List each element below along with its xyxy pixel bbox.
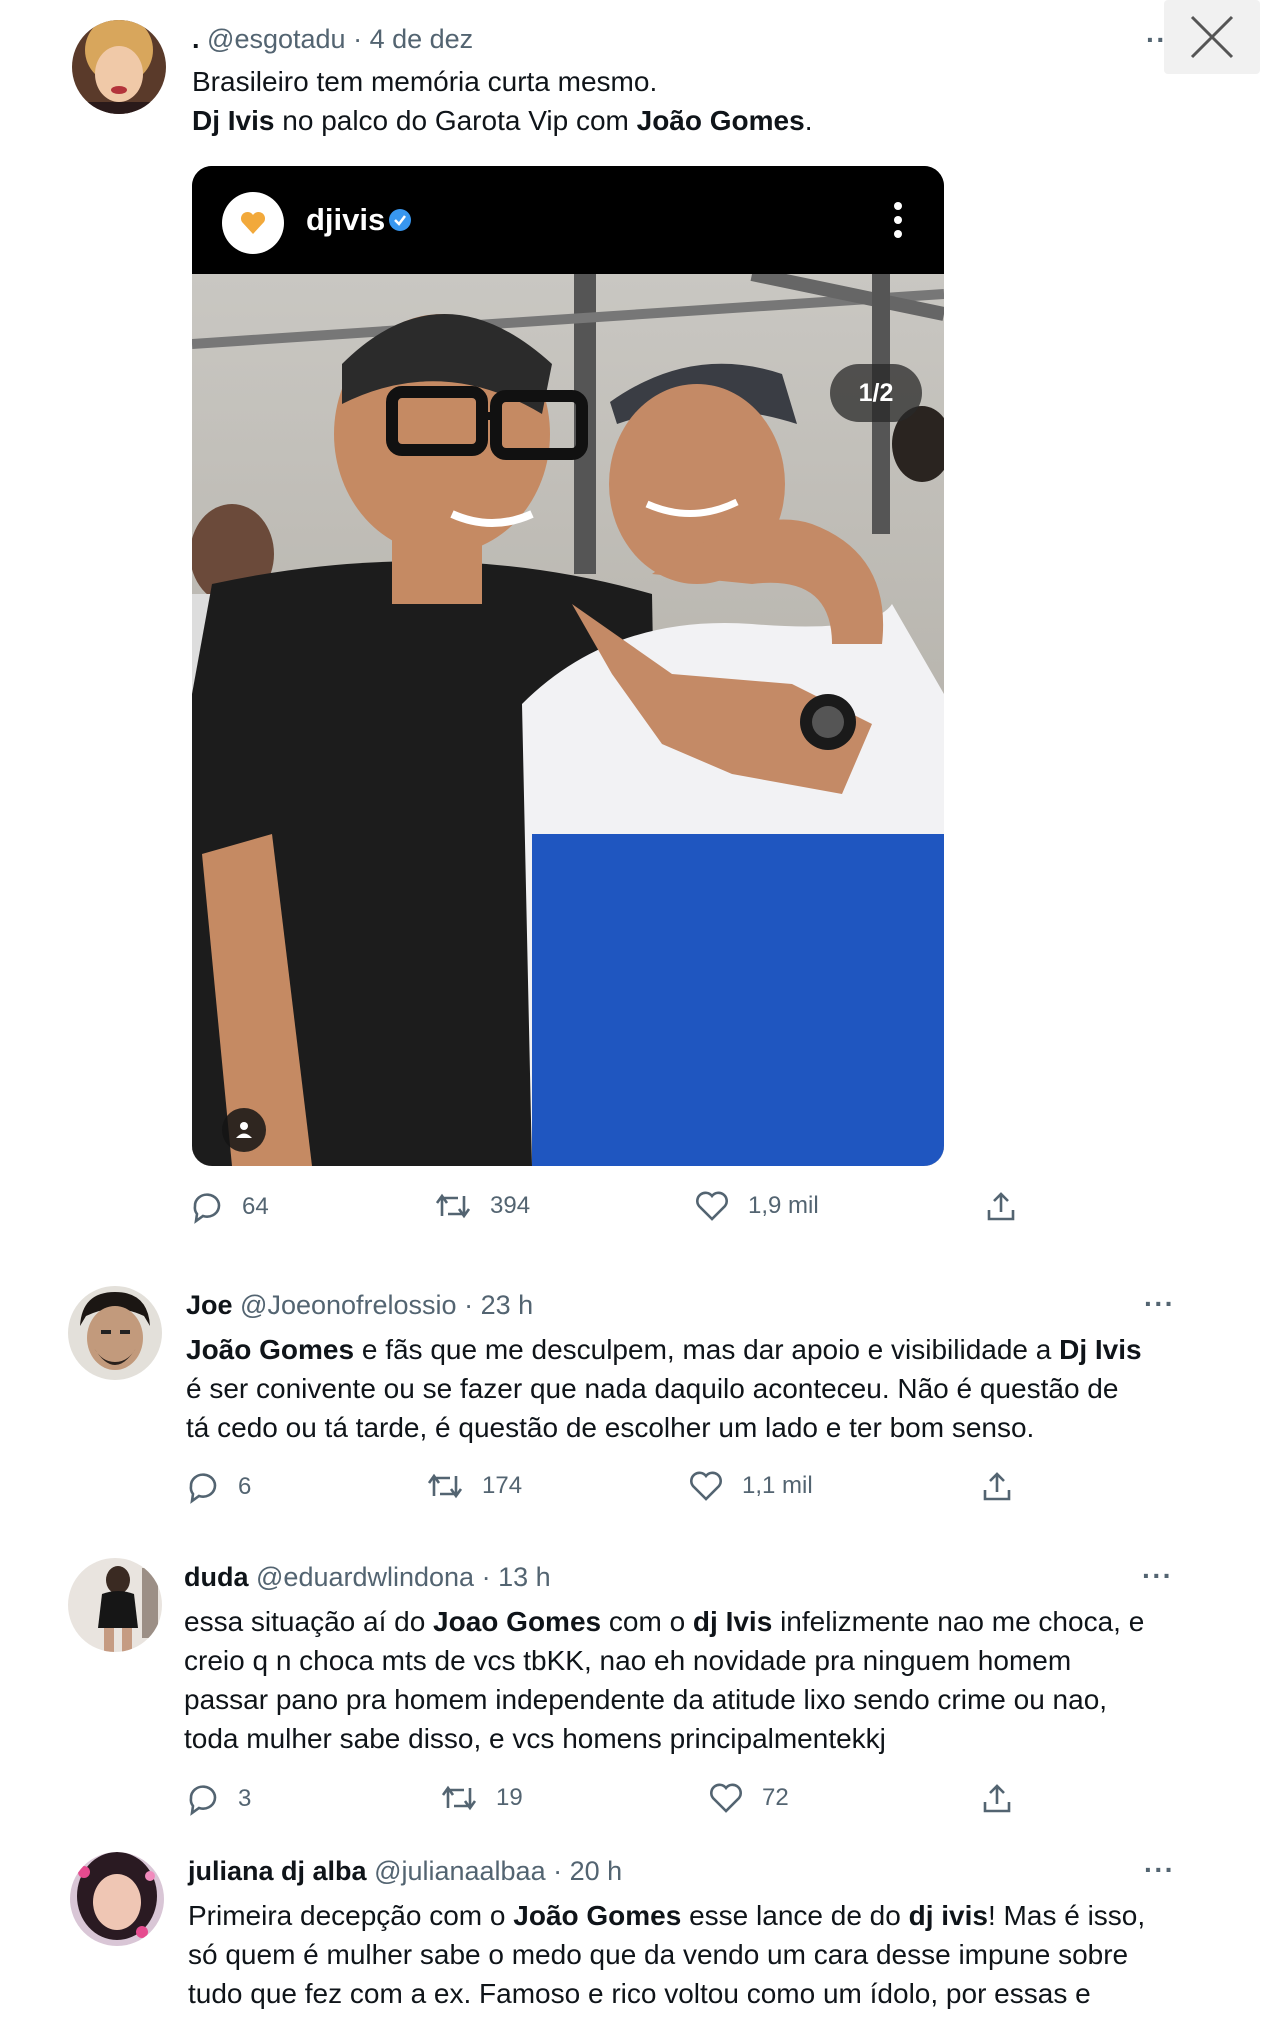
tweet-header: duda @eduardwlindona · 13 h [184, 1562, 551, 1592]
like-count: 1,1 mil [742, 1472, 813, 1499]
timestamp[interactable]: 20 h [570, 1856, 623, 1886]
tweet-line: tudo que fez com a ex. Famoso e rico vol… [188, 1978, 1091, 2009]
tweet-text: João Gomes e fãs que me desculpem, mas d… [186, 1330, 1142, 1447]
avatar[interactable] [70, 1852, 164, 1946]
like-count: 72 [762, 1784, 789, 1811]
mention-dj-ivis: Dj Ivis [192, 105, 275, 136]
tweet-line: é ser conivente ou se fazer que nada daq… [186, 1373, 1119, 1404]
like-button[interactable]: 72 [708, 1782, 789, 1814]
handle[interactable]: @Joeonofrelossio [240, 1290, 457, 1320]
tweet-text: Brasileiro tem memória curta mesmo. Dj I… [192, 62, 812, 140]
tweet-line: Dj Ivis no palco do Garota Vip com João … [192, 105, 813, 136]
timestamp[interactable]: 23 h [481, 1290, 534, 1320]
instagram-avatar [222, 192, 284, 254]
tweet-actions: 3 19 72 [186, 1782, 1026, 1822]
timestamp[interactable]: 4 de dez [370, 24, 474, 54]
retweet-count: 394 [490, 1192, 531, 1219]
display-name[interactable]: . [192, 24, 200, 54]
heart-logo-icon [240, 211, 266, 234]
reply-icon [189, 1785, 217, 1816]
retweet-button[interactable]: 394 [434, 1190, 530, 1222]
reply-count: 3 [238, 1785, 252, 1812]
verified-icon [389, 209, 411, 231]
tweet-header: juliana dj alba @julianaalbaa · 20 h [188, 1856, 623, 1886]
reply-icon [189, 1473, 217, 1504]
tweet-line: só quem é mulher sabe o medo que da vend… [188, 1939, 1129, 1970]
close-icon [1190, 15, 1234, 59]
handle[interactable]: @eduardwlindona [256, 1562, 474, 1592]
tweet-text: essa situação aí do Joao Gomes com o dj … [184, 1602, 1144, 1758]
more-icon[interactable]: ··· [1144, 1290, 1175, 1318]
tweet-line: Brasileiro tem memória curta mesmo. [192, 66, 658, 97]
avatar[interactable] [68, 1558, 162, 1652]
retweet-count: 174 [482, 1472, 523, 1499]
share-button[interactable] [984, 1190, 1018, 1224]
heart-icon [710, 1783, 742, 1813]
share-icon [987, 1192, 1015, 1221]
retweet-icon [435, 1193, 471, 1219]
retweet-icon [427, 1473, 463, 1499]
like-button[interactable]: 1,9 mil [694, 1190, 819, 1222]
reply-button[interactable]: 3 [186, 1782, 251, 1816]
photo [192, 274, 944, 1166]
reply-icon [193, 1193, 221, 1224]
reply-count: 64 [242, 1193, 269, 1220]
image-pager: 1/2 [830, 364, 922, 422]
tweet-actions: 64 394 1,9 mil [190, 1190, 1030, 1230]
tweet-line: tá cedo ou tá tarde, é questão de escolh… [186, 1412, 1035, 1443]
tweet-header: . @esgotadu · 4 de dez [192, 24, 474, 54]
retweet-button[interactable]: 174 [426, 1470, 522, 1502]
tweet-line: passar pano pra homem independente da at… [184, 1684, 1108, 1715]
mention-joao-gomes: João Gomes [636, 105, 805, 136]
share-button[interactable] [980, 1470, 1014, 1504]
handle[interactable]: @julianaalbaa [374, 1856, 546, 1886]
tweet-line: Primeira decepção com o João Gomes esse … [188, 1900, 1146, 1931]
display-name[interactable]: Joe [186, 1290, 233, 1320]
reply-button[interactable]: 6 [186, 1470, 251, 1504]
share-icon [983, 1784, 1011, 1813]
share-icon [983, 1472, 1011, 1501]
tweet-line: essa situação aí do Joao Gomes com o dj … [184, 1606, 1145, 1637]
more-icon[interactable]: ··· [1144, 1856, 1175, 1884]
heart-icon [696, 1191, 728, 1221]
close-button[interactable] [1164, 0, 1260, 74]
like-count: 1,9 mil [748, 1192, 819, 1219]
reply-count: 6 [238, 1473, 252, 1500]
avatar[interactable] [72, 20, 166, 114]
share-button[interactable] [980, 1782, 1014, 1816]
handle[interactable]: @esgotadu [207, 24, 346, 54]
tweet-media[interactable]: djivis 1/2 [192, 166, 944, 1166]
tweet-line: João Gomes e fãs que me desculpem, mas d… [186, 1334, 1142, 1365]
more-icon[interactable]: ··· [1142, 1562, 1173, 1590]
retweet-count: 19 [496, 1784, 523, 1811]
tweet-line: creio q n choca mts de vcs tbKK, nao eh … [184, 1645, 1072, 1676]
tweet-text: Primeira decepção com o João Gomes esse … [188, 1896, 1145, 2013]
avatar[interactable] [68, 1286, 162, 1380]
tweet-line: toda mulher sabe disso, e vcs homens pri… [184, 1723, 886, 1754]
more-icon[interactable]: ·· [1146, 26, 1167, 54]
tagged-person-icon[interactable] [222, 1108, 266, 1152]
heart-icon [690, 1471, 722, 1501]
retweet-button[interactable]: 19 [440, 1782, 523, 1814]
display-name[interactable]: duda [184, 1562, 249, 1592]
retweet-icon [441, 1785, 477, 1811]
more-vertical-icon [894, 202, 902, 238]
reply-button[interactable]: 64 [190, 1190, 269, 1224]
display-name[interactable]: juliana dj alba [188, 1856, 367, 1886]
instagram-username: djivis [306, 202, 386, 237]
timestamp[interactable]: 13 h [498, 1562, 551, 1592]
like-button[interactable]: 1,1 mil [688, 1470, 813, 1502]
instagram-header: djivis [192, 166, 944, 274]
tweet-header: Joe @Joeonofrelossio · 23 h [186, 1290, 534, 1320]
tweet-actions: 6 174 1,1 mil [186, 1470, 1026, 1510]
